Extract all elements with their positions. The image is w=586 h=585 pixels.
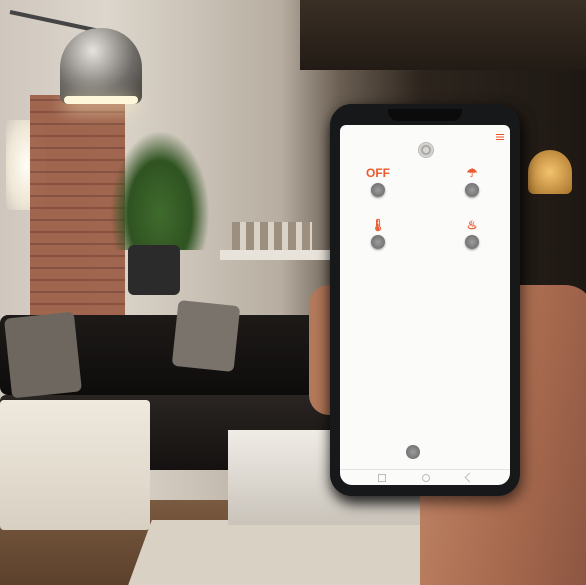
table-lamp: [528, 150, 572, 194]
avatar[interactable]: [418, 142, 434, 158]
device-tile[interactable]: 🌡: [348, 217, 408, 277]
back-icon[interactable]: [464, 472, 475, 483]
home-icon[interactable]: [422, 474, 430, 482]
off-text-icon: OFF: [366, 166, 390, 180]
shelf-decor: [232, 222, 312, 250]
lamp-icon: ☂: [466, 166, 478, 180]
wall-shelf: [220, 250, 335, 260]
plant-pot: [128, 245, 180, 295]
phone-notch: [388, 109, 462, 121]
photo-scene: OFF ☂ 🌡 ♨: [0, 0, 586, 585]
device-tile[interactable]: ♨: [442, 217, 502, 277]
hamburger-menu-icon[interactable]: [496, 134, 504, 140]
thermometer-icon: 🌡: [370, 218, 386, 232]
cushion: [171, 299, 241, 373]
device-toggle-button[interactable]: [465, 183, 479, 197]
heater-icon: ♨: [466, 218, 478, 232]
device-toggle-button[interactable]: [371, 235, 385, 249]
device-tile[interactable]: OFF: [348, 165, 408, 225]
device-toggle-button[interactable]: [465, 235, 479, 249]
plant-leaves: [110, 130, 210, 250]
cushion: [4, 311, 82, 399]
phone-screen: OFF ☂ 🌡 ♨: [340, 125, 510, 485]
sofa-base: [0, 400, 150, 530]
system-nav-bar: [340, 469, 510, 485]
device-tile[interactable]: ☂: [442, 165, 502, 225]
pendant-lamp: [60, 28, 142, 104]
lamp-glow: [64, 96, 138, 104]
master-toggle-button[interactable]: [406, 445, 420, 459]
recent-apps-icon[interactable]: [378, 474, 386, 482]
ceiling: [300, 0, 586, 70]
device-toggle-button[interactable]: [371, 183, 385, 197]
